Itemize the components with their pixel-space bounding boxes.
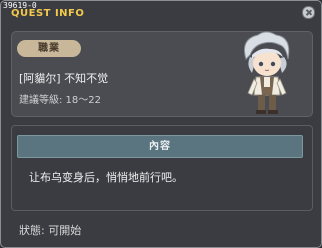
quest-info-window: 39619-0 QUEST INFO 職業 [阿貓尔] 不知不觉 建議等級: 1… xyxy=(0,0,322,248)
quest-status: 狀態: 可開始 xyxy=(19,224,82,237)
job-name: [阿貓尔] 不知不觉 xyxy=(19,72,109,85)
content-text: 让布乌变身后，悄悄地前行吧。 xyxy=(29,171,183,184)
job-badge: 職業 xyxy=(17,40,81,57)
character-avatar xyxy=(244,31,290,114)
window-title: QUEST INFO xyxy=(11,8,85,19)
content-header: 內容 xyxy=(17,135,303,158)
close-button[interactable] xyxy=(302,6,315,19)
level-requirement: 建議等級: 18～22 xyxy=(19,95,101,106)
